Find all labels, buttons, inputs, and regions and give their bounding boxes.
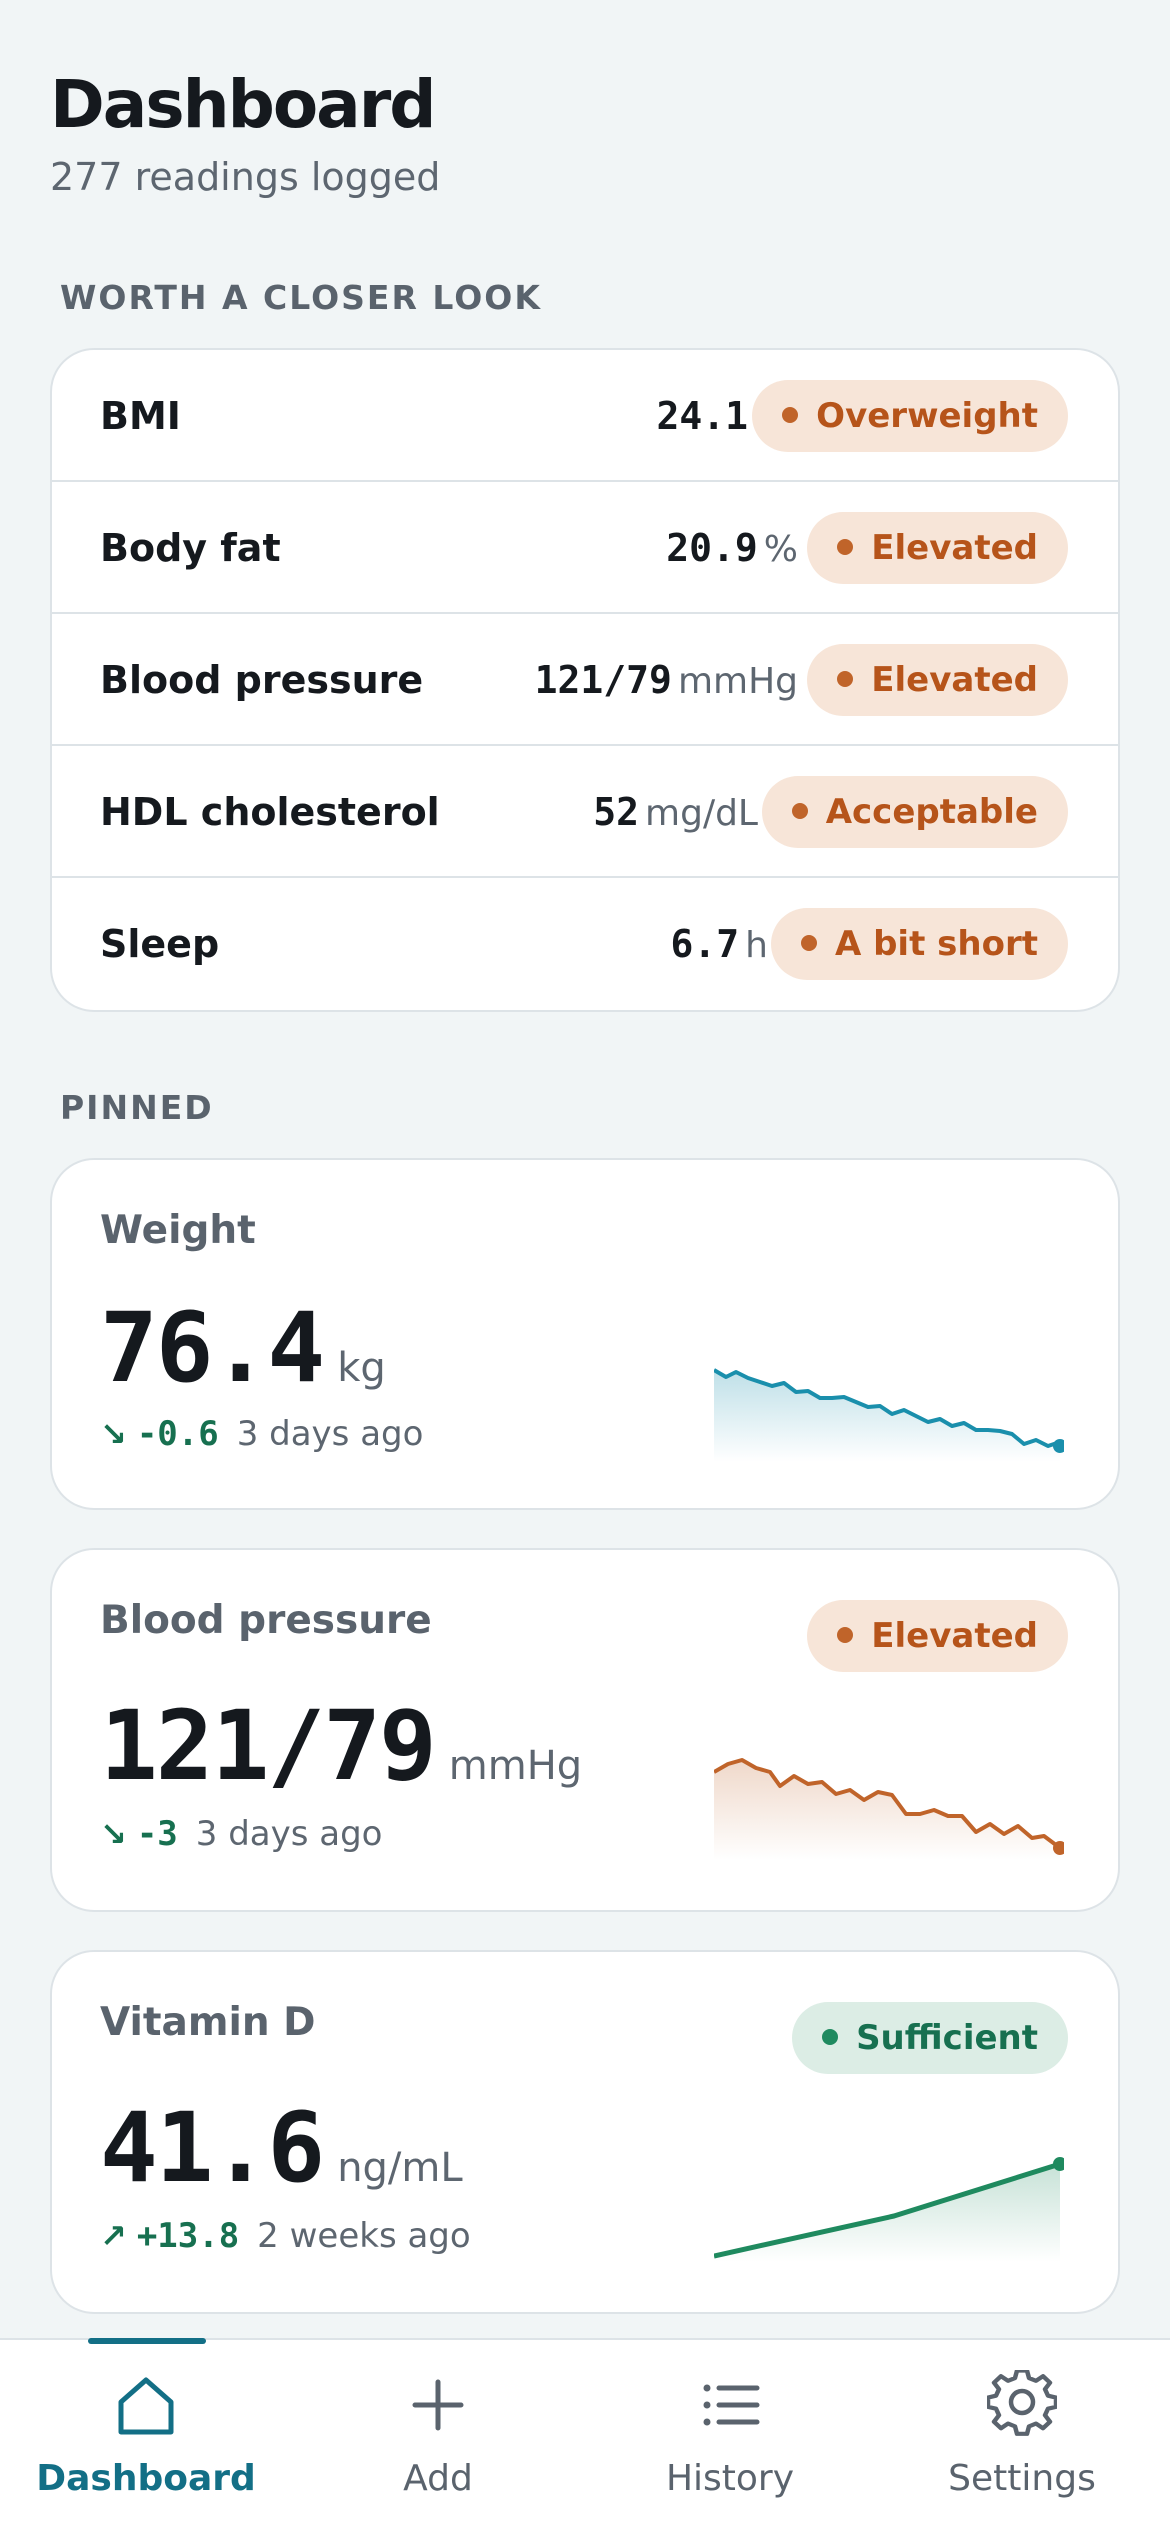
- status-dot-icon: [837, 670, 854, 687]
- status-badge: Sufficient: [792, 2002, 1068, 2074]
- status-text: Elevated: [871, 1616, 1038, 1656]
- status-text: Elevated: [871, 660, 1038, 700]
- status-dot-icon: [800, 934, 817, 951]
- status-dot-icon: [822, 2028, 839, 2045]
- trend-down-icon: ↘: [100, 1415, 127, 1453]
- tab-label: Dashboard: [36, 2458, 256, 2499]
- tab-history[interactable]: History: [584, 2340, 876, 2532]
- tab-settings[interactable]: Settings: [876, 2340, 1168, 2532]
- value-unit: %: [763, 529, 798, 570]
- status-text: Overweight: [816, 396, 1038, 436]
- value-number: 24.1: [656, 394, 748, 438]
- metric-trend: ↘ -3 3 days ago: [100, 1814, 382, 1854]
- status-text: Acceptable: [825, 792, 1038, 832]
- metric-when: 3 days ago: [195, 1814, 383, 1854]
- closer-look-row-sleep[interactable]: Sleep 6.7 h A bit short: [52, 878, 1118, 1010]
- status-dot-icon: [791, 802, 808, 819]
- closer-look-row-hdl[interactable]: HDL cholesterol 52 mg/dL Acceptable: [52, 746, 1118, 878]
- metric-trend: ↗ +13.8 2 weeks ago: [100, 2216, 471, 2256]
- metric-when: 2 weeks ago: [257, 2216, 471, 2256]
- row-name: Blood pressure: [100, 658, 424, 702]
- status-badge: Elevated: [807, 644, 1068, 716]
- list-icon: [703, 2384, 760, 2426]
- page-header: Dashboard 277 readings logged: [50, 60, 440, 202]
- metric-when: 3 days ago: [236, 1414, 424, 1454]
- pinned-card-vitamin-d[interactable]: Vitamin D Sufficient 41.6 ng/mL ↗ +13.8 2 w…: [50, 1950, 1120, 2314]
- trend-up-icon: ↗: [100, 2217, 127, 2255]
- plus-icon: [412, 2379, 464, 2431]
- metric-trend: ↘ -0.6 3 days ago: [100, 1414, 423, 1454]
- tab-label: Add: [403, 2458, 473, 2499]
- metric-unit: mmHg: [448, 1743, 583, 1789]
- value-number: 6.7: [670, 922, 740, 966]
- closer-look-card: BMI 24.1 Overweight Body fat 20.9% Eleva…: [50, 348, 1120, 1012]
- metric-unit: kg: [337, 1345, 386, 1391]
- metric-number: 76.4: [100, 1292, 325, 1404]
- section-label-closer-look: WORTH A CLOSER LOOK: [60, 278, 542, 317]
- tab-add[interactable]: Add: [292, 2340, 584, 2532]
- status-text: Elevated: [871, 528, 1038, 568]
- metric-name: Blood pressure: [100, 1598, 432, 1643]
- metric-name: Weight: [100, 1208, 256, 1253]
- tab-dashboard[interactable]: Dashboard: [0, 2340, 292, 2532]
- row-name: Sleep: [100, 922, 220, 966]
- metric-delta: -0.6: [136, 1414, 219, 1454]
- value-number: 20.9: [666, 526, 758, 570]
- home-icon: [118, 2377, 174, 2435]
- tab-label: History: [665, 2458, 795, 2499]
- readings-count: 277 readings logged: [50, 155, 441, 199]
- blood-pressure-sparkline: [714, 1758, 1064, 1860]
- status-text: A bit short: [834, 924, 1038, 964]
- value-number: 52: [593, 790, 640, 834]
- row-name: HDL cholesterol: [100, 790, 440, 834]
- vitamin-d-sparkline: [714, 2157, 1064, 2262]
- trend-down-icon: ↘: [100, 1815, 127, 1853]
- metric-number: 41.6: [100, 2092, 325, 2204]
- tab-label: Settings: [948, 2458, 1096, 2499]
- status-dot-icon: [837, 1626, 854, 1643]
- metric-delta: -3: [136, 1814, 178, 1854]
- status-badge: A bit short: [770, 908, 1068, 980]
- metric-value: 76.4 kg: [100, 1292, 386, 1404]
- metric-name: Vitamin D: [100, 2000, 316, 2045]
- value-number: 121/79: [534, 658, 672, 702]
- page-title: Dashboard: [50, 66, 437, 143]
- closer-look-row-bmi[interactable]: BMI 24.1 Overweight: [52, 350, 1118, 482]
- pinned-card-blood-pressure[interactable]: Blood pressure Elevated 121/79 mmHg ↘ -3 3 …: [50, 1548, 1120, 1912]
- row-value: 6.7 h: [670, 878, 768, 1010]
- metric-unit: ng/mL: [337, 2145, 463, 2191]
- pinned-card-weight[interactable]: Weight 76.4 kg ↘ -0.6 3 days ago: [50, 1158, 1120, 1510]
- status-dot-icon: [782, 406, 799, 423]
- bottom-tab-bar: Dashboard Add History Settings: [0, 2338, 1170, 2532]
- metric-delta: +13.8: [136, 2216, 240, 2256]
- row-value: 20.9%: [666, 482, 798, 616]
- gear-icon: [987, 2370, 1057, 2436]
- status-badge: Overweight: [752, 380, 1068, 452]
- status-badge: Acceptable: [761, 776, 1068, 848]
- row-value: 121/79 mmHg: [535, 614, 798, 748]
- metric-number: 121/79: [100, 1690, 437, 1802]
- closer-look-row-blood-pressure[interactable]: Blood pressure 121/79 mmHg Elevated: [52, 614, 1118, 746]
- weight-sparkline: [714, 1368, 1064, 1462]
- section-label-pinned: PINNED: [60, 1088, 214, 1127]
- row-value: 52 mg/dL: [593, 746, 758, 880]
- metric-value: 41.6 ng/mL: [100, 2092, 463, 2204]
- row-name: Body fat: [100, 526, 281, 570]
- status-badge: Elevated: [807, 1600, 1068, 1672]
- closer-look-row-body-fat[interactable]: Body fat 20.9% Elevated: [52, 482, 1118, 614]
- metric-value: 121/79 mmHg: [100, 1690, 582, 1802]
- status-dot-icon: [837, 538, 854, 555]
- value-unit: h: [745, 925, 768, 966]
- status-text: Sufficient: [856, 2018, 1038, 2058]
- value-unit: mg/dL: [645, 793, 758, 834]
- value-unit: mmHg: [677, 661, 798, 702]
- row-name: BMI: [100, 394, 181, 438]
- row-value: 24.1: [656, 350, 748, 482]
- status-badge: Elevated: [807, 512, 1068, 584]
